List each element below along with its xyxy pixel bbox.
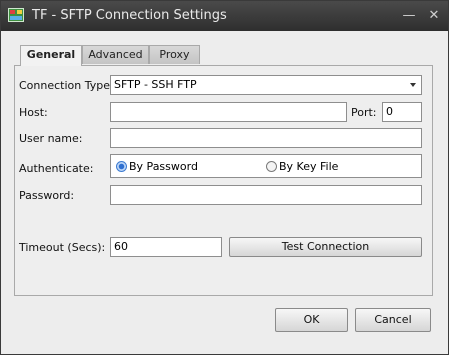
port-label: Port:: [351, 106, 377, 119]
connection-type-label: Connection Type:: [19, 79, 114, 92]
window-title: TF - SFTP Connection Settings: [32, 8, 227, 23]
minimize-icon[interactable]: —: [400, 7, 418, 25]
tab-general[interactable]: General: [20, 45, 82, 66]
chevron-down-icon[interactable]: [410, 83, 416, 87]
password-input[interactable]: [110, 185, 422, 205]
username-input[interactable]: [110, 128, 422, 148]
test-connection-button[interactable]: Test Connection: [229, 237, 422, 257]
cancel-button[interactable]: Cancel: [355, 308, 431, 332]
connection-type-value: SFTP - SSH FTP: [114, 78, 197, 91]
password-label: Password:: [19, 189, 75, 202]
by-password-label[interactable]: By Password: [129, 158, 198, 176]
port-input[interactable]: 0: [382, 102, 422, 122]
settings-dialog: TF - SFTP Connection Settings — ✕ Genera…: [0, 0, 449, 355]
by-key-file-label[interactable]: By Key File: [279, 158, 338, 176]
general-panel: [14, 65, 433, 296]
app-icon: [8, 8, 24, 22]
tab-proxy[interactable]: Proxy: [149, 45, 200, 64]
host-input[interactable]: [110, 102, 347, 122]
close-icon[interactable]: ✕: [425, 7, 443, 25]
authenticate-group: By Password By Key File: [110, 154, 422, 178]
timeout-label: Timeout (Secs):: [19, 241, 106, 254]
timeout-input[interactable]: 60: [110, 237, 222, 257]
authenticate-label: Authenticate:: [19, 162, 94, 175]
connection-type-select[interactable]: SFTP - SSH FTP: [110, 75, 422, 95]
by-password-radio[interactable]: [116, 161, 127, 172]
tab-advanced[interactable]: Advanced: [82, 45, 149, 64]
username-label: User name:: [19, 132, 83, 145]
ok-button[interactable]: OK: [275, 308, 348, 332]
title-bar[interactable]: TF - SFTP Connection Settings — ✕: [1, 1, 448, 31]
by-key-file-radio[interactable]: [266, 161, 277, 172]
host-label: Host:: [19, 106, 48, 119]
